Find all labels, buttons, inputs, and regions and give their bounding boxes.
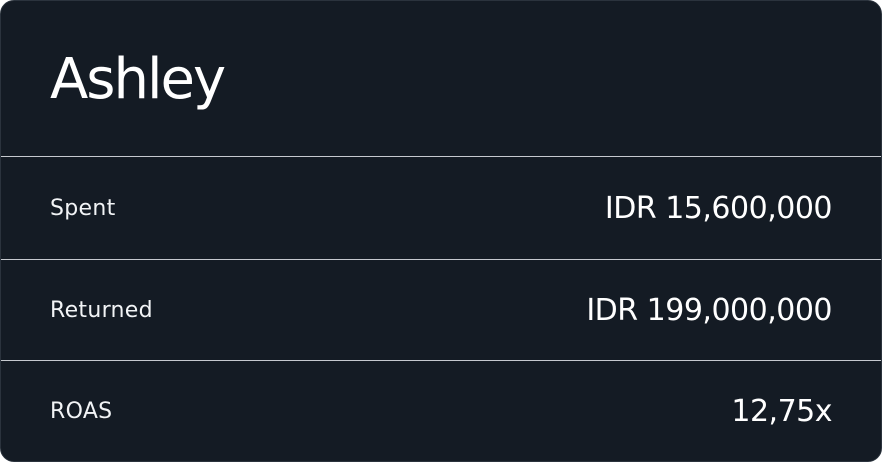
metric-row-spent: Spent IDR 15,600,000	[1, 158, 881, 259]
metric-label-returned: Returned	[50, 298, 153, 323]
metric-row-roas: ROAS 12,75x	[1, 361, 881, 461]
metric-value-returned: IDR 199,000,000	[586, 293, 832, 328]
divider	[1, 156, 881, 157]
metric-value-roas: 12,75x	[731, 394, 832, 429]
metric-row-returned: Returned IDR 199,000,000	[1, 260, 881, 361]
metric-label-spent: Spent	[50, 196, 116, 221]
metric-label-roas: ROAS	[50, 399, 113, 424]
brand-title: Ashley	[50, 46, 226, 112]
campaign-summary-card: Ashley Spent IDR 15,600,000 Returned IDR…	[0, 0, 882, 462]
metric-value-spent: IDR 15,600,000	[604, 191, 833, 226]
